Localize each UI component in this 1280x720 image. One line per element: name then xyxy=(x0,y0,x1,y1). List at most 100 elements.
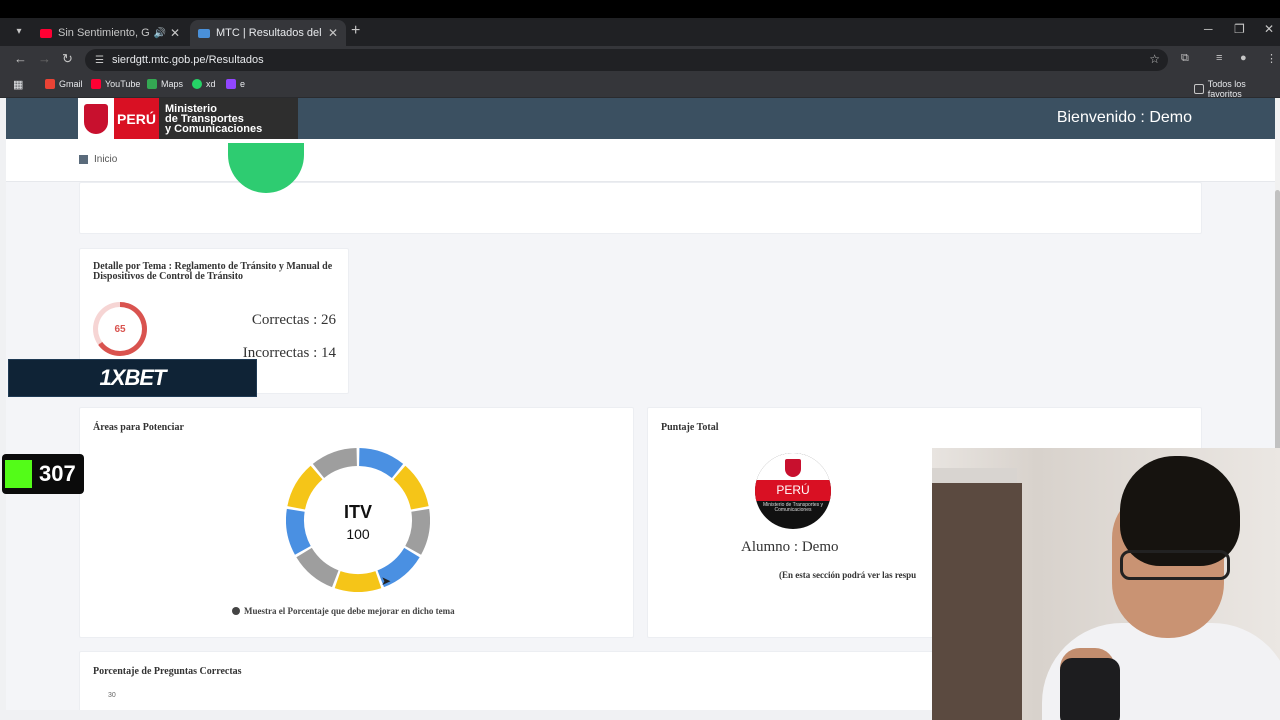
bookmark-label: xd xyxy=(206,79,216,89)
emblem-subtext: Ministerio de Transportes y Comunicacion… xyxy=(762,502,824,513)
section-note: (En esta sección podrá ver las respu xyxy=(779,570,917,580)
brand-ministry: Ministerio de Transportes y Comunicacion… xyxy=(159,102,263,135)
minimize-icon[interactable]: ─ xyxy=(1204,22,1213,36)
tab-label: Sin Sentimiento, Grupo Nic xyxy=(58,27,150,39)
brand-ministry-line: Ministerio xyxy=(165,102,217,115)
gmail-icon xyxy=(45,79,55,89)
donut-segment[interactable] xyxy=(296,547,339,588)
areas-donut-chart: ITV 100 xyxy=(286,448,430,592)
bookmark-star-icon[interactable]: ☆ xyxy=(1149,52,1160,66)
site-info-icon[interactable]: ☰ xyxy=(95,55,104,66)
welcome-text: Bienvenido : Demo xyxy=(1056,109,1192,126)
donut-segment[interactable] xyxy=(312,448,358,479)
nav-home-link[interactable]: Inicio xyxy=(79,154,117,165)
legend-dot-icon xyxy=(232,607,240,615)
whatsapp-icon xyxy=(192,79,202,89)
correct-percentage-title: Porcentaje de Preguntas Correctas xyxy=(93,666,242,677)
bookmark-label: Gmail xyxy=(59,79,83,89)
donut-svg: ITV 100 xyxy=(286,448,430,592)
bookmark-label: Maps xyxy=(161,79,184,89)
y-axis-tick: 30 xyxy=(108,692,116,699)
viewer-count: 307 xyxy=(39,461,76,486)
topic-detail-title: Detalle por Tema : Reglamento de Tránsit… xyxy=(93,261,333,282)
brand-ministry-line: y Comunicaciones xyxy=(165,122,263,135)
apps-grid-icon[interactable]: ▦ xyxy=(13,78,23,91)
youtube-favicon-icon xyxy=(40,28,52,38)
donut-segment[interactable] xyxy=(286,508,311,555)
close-window-icon[interactable]: ✕ xyxy=(1264,22,1274,36)
peru-emblem-icon: PERÚ Ministerio de Transportes y Comunic… xyxy=(755,453,831,529)
areas-legend: Muestra el Porcentaje que debe mejorar e… xyxy=(232,606,455,616)
mtc-logo[interactable]: PERÚ Ministerio de Transportes y Comunic… xyxy=(78,98,298,139)
reload-icon[interactable]: ↻ xyxy=(62,51,73,67)
twitch-icon xyxy=(226,79,236,89)
restore-icon[interactable]: ❐ xyxy=(1234,22,1245,36)
summary-card xyxy=(79,143,1202,234)
dashboard-icon xyxy=(79,155,88,164)
all-bookmarks-label: Todos los favoritos xyxy=(1207,79,1246,99)
donut-center-value: 100 xyxy=(346,526,370,542)
youtube-icon xyxy=(91,79,101,89)
score-value: 65 xyxy=(98,307,142,351)
mouse-cursor-icon: ➤ xyxy=(381,574,392,588)
maps-icon xyxy=(147,79,157,89)
ad-banner: 1XBET xyxy=(8,359,257,397)
areas-card: Áreas para Potenciar ITV 100 Muestra el … xyxy=(79,407,634,638)
areas-title: Áreas para Potenciar xyxy=(93,422,184,433)
tab-label: MTC | Resultados del Examen d xyxy=(216,27,324,39)
webcam-shelf xyxy=(932,483,1022,720)
tab-search-icon[interactable]: ▾ xyxy=(10,23,28,41)
browser-menu-icon[interactable]: ⋮ xyxy=(1266,52,1277,65)
bookmark-e[interactable]: e xyxy=(226,79,245,89)
tab-strip: ▾ Sin Sentimiento, Grupo Nic 🔊 ✕ MTC | R… xyxy=(0,0,1280,46)
folder-icon xyxy=(1194,84,1204,94)
mtc-favicon-icon xyxy=(198,28,210,38)
donut-center-label: ITV xyxy=(344,502,372,522)
nav-home-label: Inicio xyxy=(94,154,118,165)
ad-banner-text: 1XBET xyxy=(99,365,167,390)
student-name: Alumno : Demo xyxy=(741,539,839,555)
bookmark-xd[interactable]: xd xyxy=(192,79,216,89)
bookmark-maps[interactable]: Maps xyxy=(147,79,183,89)
bookmark-label: e xyxy=(240,79,246,89)
site-header: PERÚ Ministerio de Transportes y Comunic… xyxy=(6,98,1275,139)
all-bookmarks-folder[interactable]: Todos los favoritos xyxy=(1194,79,1280,99)
coat-of-arms-icon xyxy=(78,98,114,139)
total-score-title: Puntaje Total xyxy=(661,422,719,433)
webcam-overlay xyxy=(932,448,1280,720)
webcam-person-glasses xyxy=(1120,550,1230,580)
legend-text: Muestra el Porcentaje que debe mejorar e… xyxy=(244,606,455,616)
close-tab-icon[interactable]: ✕ xyxy=(328,26,338,40)
brand-ministry-line: de Transportes xyxy=(165,112,244,125)
tab-mtc-resultados[interactable]: MTC | Resultados del Examen d ✕ xyxy=(190,20,346,46)
emblem-top xyxy=(755,453,831,480)
bookmark-label: YouTube xyxy=(105,79,141,89)
microphone-icon xyxy=(1060,658,1120,720)
donut-segment[interactable] xyxy=(358,448,404,479)
donut-segment[interactable] xyxy=(287,465,323,510)
kick-logo-icon xyxy=(5,460,32,488)
emblem-text: PERÚ xyxy=(755,480,831,501)
sub-navigation: Inicio xyxy=(6,139,1275,182)
bookmark-youtube[interactable]: YouTube xyxy=(91,79,140,89)
tab-youtube[interactable]: Sin Sentimiento, Grupo Nic 🔊 ✕ xyxy=(32,20,188,46)
brand-peru: PERÚ xyxy=(114,98,159,139)
url-text: sierdgtt.mtc.gob.pe/Resultados xyxy=(111,54,264,66)
donut-segment[interactable] xyxy=(334,570,382,592)
profile-icon[interactable]: ● xyxy=(1240,52,1247,64)
browser-window: ▾ Sin Sentimiento, Grupo Nic 🔊 ✕ MTC | R… xyxy=(0,0,1280,720)
forward-icon[interactable]: → xyxy=(38,51,51,66)
donut-segment[interactable] xyxy=(405,508,430,555)
address-bar[interactable]: ☰ sierdgtt.mtc.gob.pe/Resultados ☆ xyxy=(85,49,1168,71)
bookmark-gmail[interactable]: Gmail xyxy=(45,79,83,89)
media-control-icon[interactable]: ≡ xyxy=(1216,52,1222,64)
back-icon[interactable]: ← xyxy=(14,51,27,66)
score-ring: 65 xyxy=(93,302,147,356)
extensions-icon[interactable]: ⧉ xyxy=(1181,52,1189,65)
viewer-counter: 307 xyxy=(2,454,84,494)
speaker-icon[interactable]: 🔊 xyxy=(153,28,165,39)
donut-segment[interactable] xyxy=(393,465,429,510)
close-tab-icon[interactable]: ✕ xyxy=(170,26,180,40)
new-tab-icon[interactable]: + xyxy=(351,23,360,39)
browser-toolbar: ← → ↻ ☰ sierdgtt.mtc.gob.pe/Resultados ☆… xyxy=(0,46,1280,74)
